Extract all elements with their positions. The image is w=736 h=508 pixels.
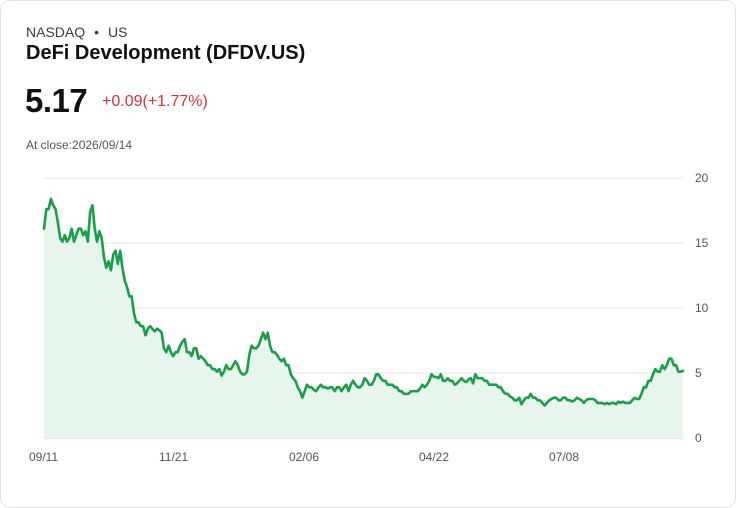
x-tick-label: 04/22	[419, 450, 449, 464]
x-axis: 09/11 11/21 02/06 04/22 07/08	[29, 450, 579, 464]
exchange-row: NASDAQ • US	[26, 24, 127, 40]
current-price: 5.17	[25, 82, 88, 119]
close-timestamp: At close:2026/09/14	[26, 138, 133, 152]
x-tick-label: 11/21	[159, 450, 188, 464]
y-tick-label: 15	[695, 236, 709, 250]
stock-title: DeFi Development (DFDV.US)	[26, 42, 306, 64]
y-axis: 0 5 10 15 20	[695, 171, 709, 445]
y-tick-label: 20	[695, 171, 709, 185]
x-tick-label: 02/06	[289, 450, 319, 464]
price-chart[interactable]: 0 5 10 15 20 09/11 11/21 02/06 04/22 07/08	[1, 161, 735, 471]
region-label: US	[108, 24, 128, 40]
x-tick-label: 09/11	[29, 450, 58, 464]
price-change: +0.09(+1.77%)	[102, 93, 208, 110]
exchange-label: NASDAQ	[26, 24, 86, 40]
quote-card: NASDAQ • US DeFi Development (DFDV.US) 5.1…	[0, 0, 736, 508]
y-tick-label: 0	[695, 431, 702, 445]
price-area-fill	[44, 198, 683, 438]
separator-dot: •	[94, 24, 100, 40]
x-tick-label: 07/08	[549, 450, 579, 464]
y-tick-label: 10	[695, 301, 709, 315]
y-tick-label: 5	[695, 366, 702, 380]
